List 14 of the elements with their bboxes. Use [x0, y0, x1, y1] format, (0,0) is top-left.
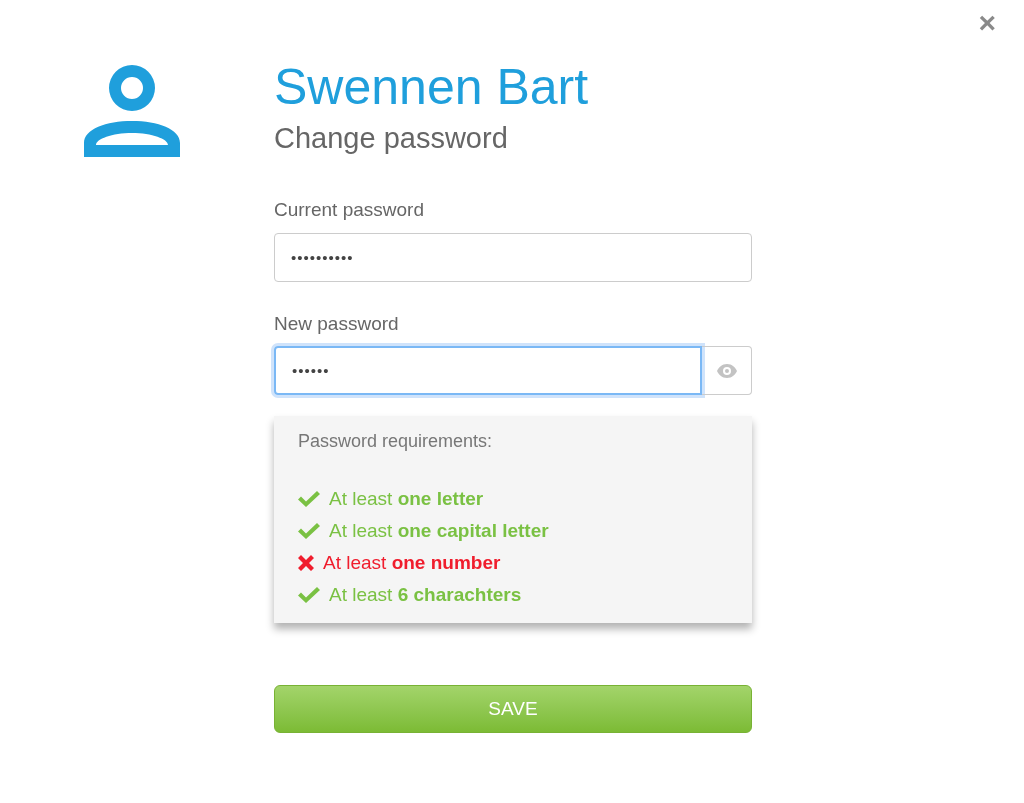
requirements-title: Password requirements: — [298, 430, 494, 453]
requirement-text: At least one capital letter — [329, 518, 549, 543]
field-label: Current password — [274, 198, 425, 222]
eye-icon — [716, 363, 737, 378]
dialog-subtitle: Change password — [274, 121, 509, 156]
field-label: New password — [274, 311, 400, 336]
user-name: Swennen Bart — [274, 58, 590, 117]
show-password-button[interactable] — [702, 346, 752, 395]
requirement-text: At least one number — [323, 550, 501, 575]
password-field[interactable]: •••••••••• — [274, 232, 752, 282]
user-icon — [84, 63, 180, 159]
password-field[interactable]: •••••• — [274, 346, 702, 395]
requirement-text: At least one letter — [329, 486, 484, 511]
requirement-text: At least 6 charachters — [329, 582, 522, 607]
